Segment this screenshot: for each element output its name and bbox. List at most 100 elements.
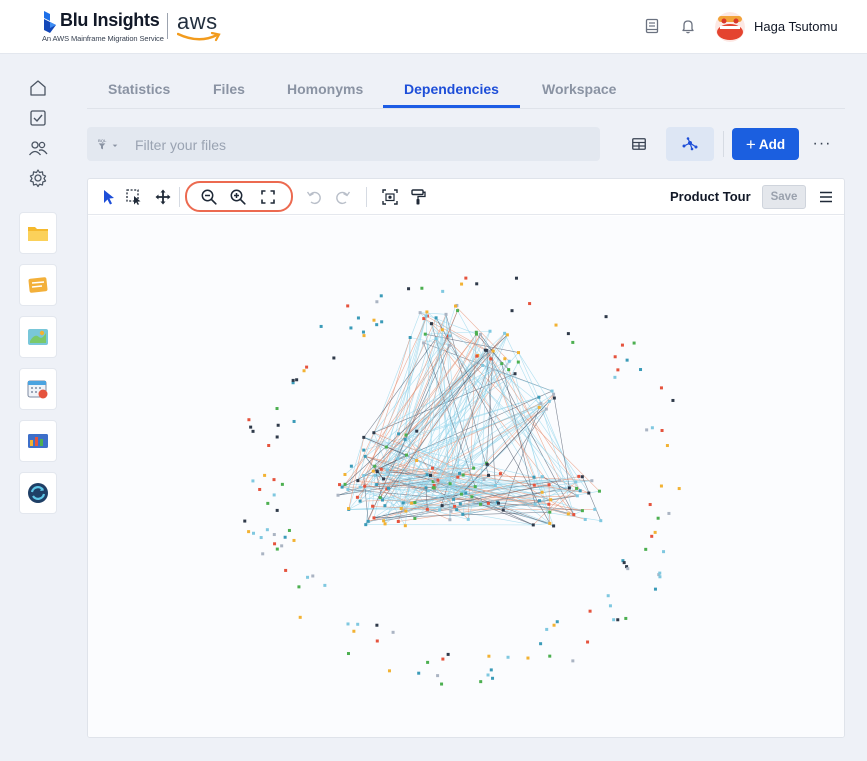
graph-node[interactable] [372, 516, 376, 520]
graph-node[interactable] [379, 467, 383, 471]
graph-node[interactable] [533, 502, 537, 506]
graph-node[interactable] [566, 512, 570, 516]
graph-node[interactable] [383, 522, 387, 526]
graph-node[interactable] [552, 396, 556, 400]
graph-node[interactable] [362, 448, 366, 452]
graph-node[interactable] [349, 464, 353, 468]
graph-node[interactable] [571, 659, 575, 663]
graph-node[interactable] [384, 445, 388, 449]
graph-node[interactable] [385, 468, 389, 472]
graph-node[interactable] [383, 504, 387, 508]
graph-node[interactable] [422, 317, 426, 321]
graph-node[interactable] [496, 501, 500, 505]
graph-node[interactable] [503, 357, 507, 361]
graph-node[interactable] [358, 485, 362, 489]
graph-node[interactable] [263, 473, 267, 477]
dependency-graph-canvas[interactable] [88, 216, 844, 737]
graph-node[interactable] [423, 332, 427, 336]
graph-node[interactable] [461, 512, 465, 516]
graph-node[interactable] [590, 479, 594, 483]
tab-statistics[interactable]: Statistics [108, 81, 170, 97]
graph-node[interactable] [265, 528, 269, 532]
graph-node[interactable] [375, 483, 379, 487]
select-pointer-icon[interactable] [99, 188, 117, 206]
graph-node[interactable] [464, 491, 468, 495]
graph-node[interactable] [280, 544, 284, 548]
add-button[interactable]: + Add [732, 128, 799, 160]
graph-node[interactable] [373, 464, 377, 468]
graph-node[interactable] [436, 478, 440, 482]
graph-node[interactable] [616, 618, 620, 622]
graph-node[interactable] [356, 316, 360, 320]
graph-node[interactable] [298, 615, 302, 619]
graph-node[interactable] [625, 358, 629, 362]
graph-node[interactable] [491, 368, 495, 372]
graph-node[interactable] [507, 368, 511, 372]
graph-node[interactable] [503, 331, 507, 335]
graph-node[interactable] [648, 503, 652, 507]
graph-node[interactable] [458, 502, 462, 506]
graph-node[interactable] [500, 362, 504, 366]
graph-node[interactable] [396, 457, 400, 461]
checklist-icon[interactable] [28, 108, 48, 128]
graph-node[interactable] [460, 282, 464, 286]
graph-node[interactable] [513, 372, 517, 376]
graph-node[interactable] [436, 674, 440, 678]
graph-node[interactable] [275, 407, 279, 411]
graph-node[interactable] [540, 490, 544, 494]
graph-node[interactable] [292, 419, 296, 423]
graph-node[interactable] [249, 425, 253, 429]
graph-node[interactable] [404, 433, 408, 437]
graph-node[interactable] [479, 502, 483, 506]
product-tour-link[interactable]: Product Tour [670, 189, 751, 204]
graph-node[interactable] [491, 349, 495, 353]
graph-node[interactable] [479, 680, 483, 684]
graph-node[interactable] [486, 673, 490, 677]
graph-node[interactable] [415, 429, 419, 433]
graph-node[interactable] [404, 453, 408, 457]
graph-node[interactable] [433, 478, 437, 482]
home-icon[interactable] [28, 78, 48, 98]
graph-node[interactable] [514, 276, 518, 280]
graph-node[interactable] [558, 479, 562, 483]
graph-node[interactable] [622, 561, 626, 565]
graph-node[interactable] [449, 509, 453, 513]
bell-icon[interactable] [680, 18, 696, 34]
graph-node[interactable] [386, 486, 390, 490]
graph-node[interactable] [588, 609, 592, 613]
graph-node[interactable] [408, 335, 412, 339]
graph-node[interactable] [604, 315, 608, 319]
graph-node[interactable] [363, 454, 367, 458]
graph-node[interactable] [275, 547, 279, 551]
graph-node[interactable] [464, 276, 468, 280]
dependency-graph[interactable] [88, 216, 844, 737]
graph-node[interactable] [613, 375, 617, 379]
graph-node[interactable] [586, 640, 590, 644]
graph-node[interactable] [632, 341, 636, 345]
graph-node[interactable] [338, 483, 342, 487]
graph-node[interactable] [653, 587, 657, 591]
graph-node[interactable] [554, 323, 558, 327]
graph-node[interactable] [356, 622, 360, 626]
graph-node[interactable] [371, 504, 375, 508]
graph-node[interactable] [547, 399, 551, 403]
graph-node[interactable] [555, 620, 559, 624]
graph-node[interactable] [251, 479, 255, 483]
settings-icon[interactable] [28, 168, 48, 188]
graph-node[interactable] [626, 567, 630, 571]
box-select-icon[interactable] [125, 188, 143, 206]
graph-node[interactable] [429, 322, 433, 326]
graph-node[interactable] [420, 286, 424, 290]
graph-node[interactable] [505, 333, 509, 337]
graph-node[interactable] [426, 660, 430, 664]
graph-node[interactable] [446, 652, 450, 656]
graph-node[interactable] [347, 507, 351, 511]
graph-node[interactable] [295, 378, 299, 382]
sidebar-app-dashboard[interactable] [19, 420, 57, 462]
graph-node[interactable] [487, 350, 491, 354]
graph-node[interactable] [361, 330, 365, 334]
graph-node[interactable] [548, 654, 552, 658]
graph-node[interactable] [441, 289, 445, 293]
graph-node[interactable] [336, 493, 340, 497]
graph-node[interactable] [580, 509, 584, 513]
